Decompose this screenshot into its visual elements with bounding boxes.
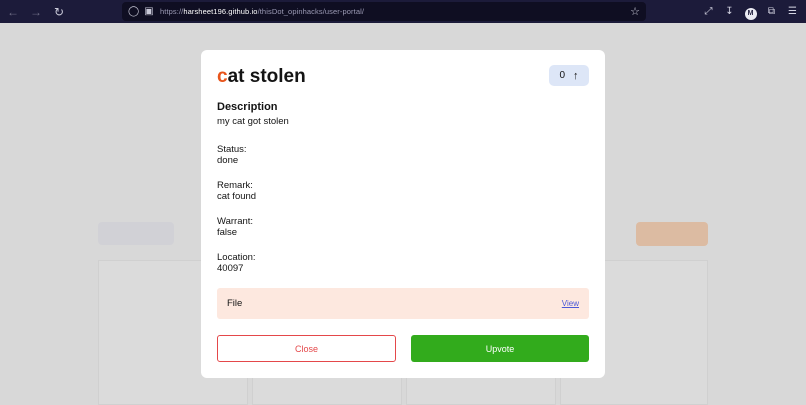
upvote-button[interactable]: Upvote [411,335,589,362]
menu-icon[interactable]: ☰ [785,2,800,21]
account-wrap: M [743,2,758,21]
expand-icon[interactable]: ⤢ [701,2,716,21]
complaint-detail-modal: cat stolen 0 ↑ Description my cat got st… [201,50,605,378]
complaint-title: cat stolen [217,66,306,88]
title-initial: c [217,66,228,87]
title-rest: at stolen [227,66,306,87]
browser-toolbar: ← → ↻ ◯ ▣ https://harsheet196.github.io/… [0,0,806,23]
location-value: 40097 [217,263,244,274]
warrant-value: false [217,227,238,238]
address-bar[interactable]: ◯ ▣ https://harsheet196.github.io/thisDo… [122,2,646,21]
forward-icon[interactable]: → [26,2,46,22]
bookmark-star-icon[interactable]: ☆ [630,5,640,18]
warrant-label: Warrant: [217,216,254,227]
upvote-count-badge[interactable]: 0 ↑ [549,65,589,86]
close-button[interactable]: Close [217,335,396,362]
toolbar-icons: ⤢ ↧ M ⧉ ☰ [701,2,800,21]
status-value: done [217,155,239,166]
remark-label: Remark: [217,180,253,191]
shield-icon[interactable]: ◯ [128,6,139,17]
account-avatar[interactable]: M [744,7,757,20]
reload-icon[interactable]: ↻ [49,2,69,22]
lock-icon[interactable]: ▣ [144,6,154,17]
view-file-link[interactable]: View [562,299,579,308]
file-label: File [227,298,243,309]
extensions-icon[interactable]: ⧉ [764,2,779,21]
description-value: my cat got stolen [217,116,289,127]
remark-value: cat found [217,191,257,202]
description-label: Description [217,101,278,113]
url-text: https://harsheet196.github.io/thisDot_op… [160,7,365,16]
location-label: Location: [217,252,256,263]
download-icon[interactable]: ↧ [722,2,737,21]
status-label: Status: [217,144,247,155]
vote-count: 0 [559,70,566,81]
file-attachment-bar: File View [217,288,589,319]
arrow-up-icon: ↑ [573,69,579,82]
back-icon[interactable]: ← [3,2,23,22]
